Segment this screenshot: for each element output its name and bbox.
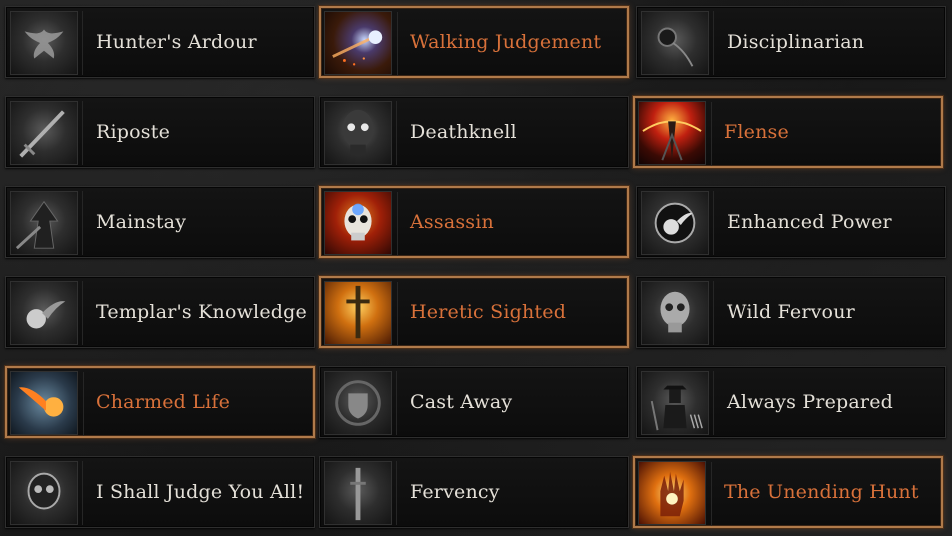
skill-card-assassin[interactable]: Assassin xyxy=(319,186,629,258)
divider xyxy=(396,371,397,435)
skill-card-flense[interactable]: Flense xyxy=(633,96,943,168)
skill-card-hunters-ardour[interactable]: Hunter's Ardour xyxy=(5,6,315,78)
divider xyxy=(711,102,712,166)
sword-icon xyxy=(10,101,78,165)
divider xyxy=(82,11,83,75)
skill-label: Flense xyxy=(724,121,789,143)
divider xyxy=(396,461,397,525)
divider xyxy=(713,281,714,345)
skill-label: Deathknell xyxy=(410,121,517,143)
divider xyxy=(711,462,712,526)
skill-card-always-prepared[interactable]: Always Prepared xyxy=(636,366,946,438)
skill-card-i-shall-judge-you-all[interactable]: I Shall Judge You All! xyxy=(5,456,315,528)
divider xyxy=(713,11,714,75)
skill-card-disciplinarian[interactable]: Disciplinarian xyxy=(636,6,946,78)
fireball-icon xyxy=(10,371,78,435)
skill-label: I Shall Judge You All! xyxy=(96,481,305,503)
skill-label: Fervency xyxy=(410,481,500,503)
hand-icon xyxy=(638,461,706,525)
sword-icon xyxy=(324,461,392,525)
skill-card-mainstay[interactable]: Mainstay xyxy=(5,186,315,258)
flail-icon xyxy=(641,11,709,75)
skull-icon xyxy=(641,281,709,345)
skill-label: Walking Judgement xyxy=(410,31,602,53)
divider xyxy=(397,192,398,256)
divider xyxy=(397,282,398,346)
divider xyxy=(82,281,83,345)
skill-card-walking-judgement[interactable]: Walking Judgement xyxy=(319,6,629,78)
skill-grid: Hunter's Ardour Walking Judgement Discip… xyxy=(0,0,952,536)
divider xyxy=(397,12,398,76)
hunter-icon xyxy=(641,371,709,435)
skill-card-the-unending-hunt[interactable]: The Unending Hunt xyxy=(633,456,943,528)
skill-label: Riposte xyxy=(96,121,171,143)
skill-label: Charmed Life xyxy=(96,391,231,413)
skill-card-enhanced-power[interactable]: Enhanced Power xyxy=(636,186,946,258)
skill-label: Enhanced Power xyxy=(727,211,892,233)
comet-icon xyxy=(324,11,392,75)
divider xyxy=(82,101,83,165)
skill-label: Disciplinarian xyxy=(727,31,865,53)
skill-card-riposte[interactable]: Riposte xyxy=(5,96,315,168)
skill-label: Assassin xyxy=(410,211,494,233)
skill-card-templars-knowledge[interactable]: Templar's Knowledge xyxy=(5,276,315,348)
spire-icon xyxy=(638,101,706,165)
skill-card-deathknell[interactable]: Deathknell xyxy=(319,96,629,168)
skill-label: Cast Away xyxy=(410,391,513,413)
divider xyxy=(82,191,83,255)
skill-label: Always Prepared xyxy=(727,391,894,413)
fireball-icon xyxy=(641,191,709,255)
skill-card-wild-fervour[interactable]: Wild Fervour xyxy=(636,276,946,348)
hooded-figure-icon xyxy=(10,191,78,255)
skill-label: Wild Fervour xyxy=(727,301,855,323)
skill-label: Mainstay xyxy=(96,211,187,233)
divider xyxy=(713,191,714,255)
skull-icon xyxy=(324,191,392,255)
skill-card-cast-away[interactable]: Cast Away xyxy=(319,366,629,438)
divider xyxy=(713,371,714,435)
sword-icon xyxy=(324,281,392,345)
skill-label: The Unending Hunt xyxy=(724,481,919,503)
skill-card-heretic-sighted[interactable]: Heretic Sighted xyxy=(319,276,629,348)
skull-icon xyxy=(10,461,78,525)
fireball-icon xyxy=(10,281,78,345)
skill-card-charmed-life[interactable]: Charmed Life xyxy=(5,366,315,438)
skull-icon xyxy=(324,101,392,165)
skill-card-fervency[interactable]: Fervency xyxy=(319,456,629,528)
dove-icon xyxy=(10,11,78,75)
divider xyxy=(396,101,397,165)
skill-label: Heretic Sighted xyxy=(410,301,567,323)
divider xyxy=(82,461,83,525)
skill-label: Hunter's Ardour xyxy=(96,31,257,53)
divider xyxy=(83,372,84,436)
skill-label: Templar's Knowledge xyxy=(96,301,307,323)
shield-icon xyxy=(324,371,392,435)
